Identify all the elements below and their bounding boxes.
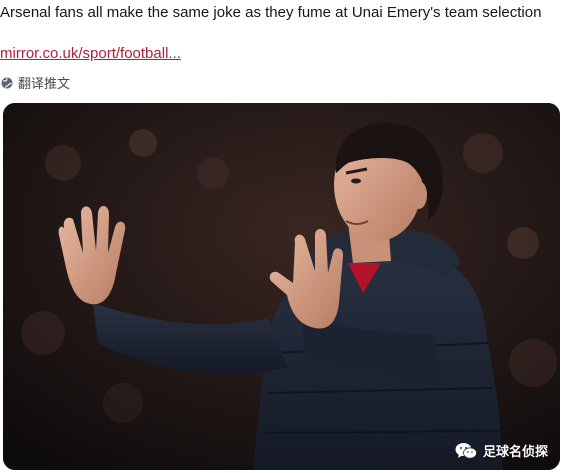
tweet-photo[interactable]: 足球名侦探: [3, 103, 560, 470]
photo-scene: [3, 103, 560, 470]
tweet-card: Arsenal fans all make the same joke as t…: [0, 0, 564, 473]
translate-tweet-button[interactable]: 翻译推文: [1, 73, 70, 92]
watermark: 足球名侦探: [455, 441, 548, 460]
globe-icon: [1, 77, 13, 89]
wechat-icon: [455, 442, 477, 460]
translate-label: 翻译推文: [18, 76, 71, 91]
tweet-text: Arsenal fans all make the same joke as t…: [0, 4, 542, 21]
watermark-text: 足球名侦探: [482, 445, 548, 460]
article-link[interactable]: mirror.co.uk/sport/football...: [0, 45, 181, 62]
